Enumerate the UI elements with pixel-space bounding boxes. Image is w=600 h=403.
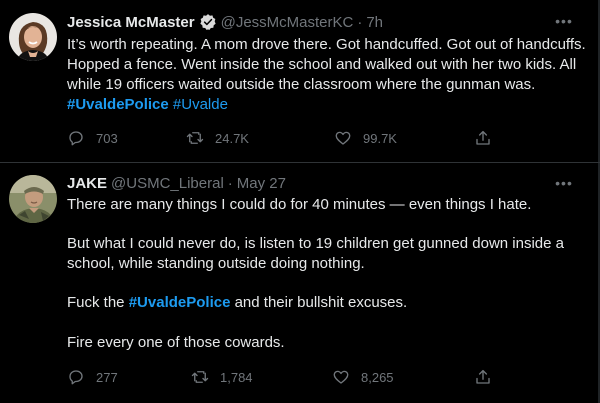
tweet-text: Fuck the	[67, 294, 129, 311]
author-handle[interactable]: @USMC_Liberal	[111, 175, 224, 192]
like-count: 8,265	[361, 369, 394, 385]
reply-button[interactable]: 277	[67, 368, 118, 386]
tweet-text: and their bullshit excuses.	[230, 294, 408, 311]
reply-count: 277	[96, 369, 118, 385]
like-icon	[335, 131, 351, 145]
retweet-button[interactable]: 1,784	[191, 368, 253, 386]
more-icon[interactable]: •••	[553, 175, 575, 191]
tweet-text: It’s worth repeating. A mom drove there.…	[67, 36, 586, 93]
share-button[interactable]	[474, 368, 503, 386]
avatar-jessica[interactable]	[9, 13, 57, 61]
like-count: 99.7K	[363, 130, 397, 146]
reply-icon	[69, 131, 83, 146]
author-name[interactable]: JAKE	[67, 175, 107, 192]
retweet-button[interactable]: 24.7K	[186, 129, 249, 147]
tweet-timestamp[interactable]: 7h	[366, 14, 383, 31]
tweet-paragraph: Fire every one of those cowards.	[67, 334, 285, 351]
reply-icon	[69, 370, 83, 385]
tweet-2-text-3: Fuck the #UvaldePolice and their bullshi…	[67, 293, 587, 313]
author-name[interactable]: Jessica McMaster	[67, 14, 195, 31]
tweet-2[interactable]: JAKE @USMC_Liberal · May 27 ••• There ar…	[0, 163, 600, 403]
header-separator: ·	[357, 13, 363, 31]
tweet-2-text: There are many things I could do for 40 …	[67, 195, 587, 215]
reply-button[interactable]: 703	[67, 129, 118, 147]
tweet-1-actions: 703 24.7K 99.7K	[67, 127, 507, 149]
retweet-count: 24.7K	[215, 130, 249, 146]
tweet-1-header: Jessica McMaster @JessMcMasterKC · 7h	[67, 12, 383, 32]
avatar-jake[interactable]	[9, 175, 57, 223]
header-separator: ·	[227, 174, 233, 192]
share-icon	[476, 369, 490, 384]
tweet-paragraph: There are many things I could do for 40 …	[67, 196, 532, 213]
reply-count: 703	[96, 130, 118, 146]
tweet-2-text-2: But what I could never do, is listen to …	[67, 234, 587, 274]
retweet-icon	[186, 132, 204, 144]
verified-badge-icon	[199, 13, 217, 31]
like-button[interactable]: 99.7K	[334, 129, 397, 147]
tweet-2-text-4: Fire every one of those cowards.	[67, 333, 587, 353]
more-icon[interactable]: •••	[553, 13, 575, 29]
hashtag-link[interactable]: #UvaldePolice	[67, 96, 169, 113]
tweet-paragraph: But what I could never do, is listen to …	[67, 235, 564, 272]
tweet-2-actions: 277 1,784 8,265	[67, 366, 507, 388]
hashtag-link[interactable]: #Uvalde	[173, 96, 228, 113]
like-icon	[333, 370, 349, 384]
share-button[interactable]	[474, 129, 503, 147]
retweet-icon	[191, 371, 209, 383]
tweet-2-header: JAKE @USMC_Liberal · May 27	[67, 173, 286, 193]
like-button[interactable]: 8,265	[332, 368, 394, 386]
tweet-1[interactable]: Jessica McMaster @JessMcMasterKC · 7h ••…	[0, 0, 600, 163]
hashtag-link[interactable]: #UvaldePolice	[129, 294, 231, 311]
retweet-count: 1,784	[220, 369, 253, 385]
tweet-1-text: It’s worth repeating. A mom drove there.…	[67, 35, 587, 115]
share-icon	[476, 130, 490, 145]
tweet-timestamp[interactable]: May 27	[237, 175, 286, 192]
author-handle[interactable]: @JessMcMasterKC	[221, 14, 354, 31]
